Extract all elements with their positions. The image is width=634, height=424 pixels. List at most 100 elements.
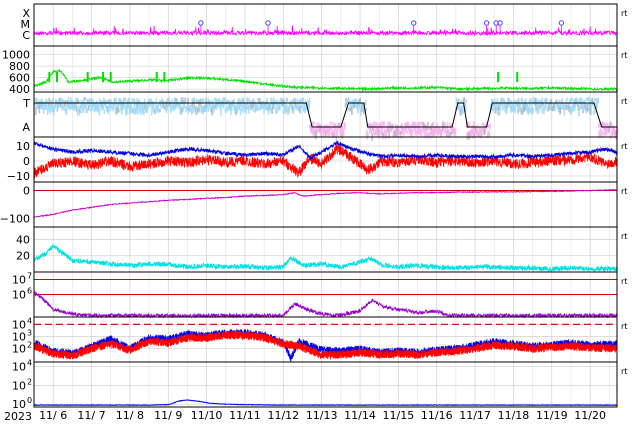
direction-cloud-dot (82, 105, 85, 113)
direction-cloud-dot (501, 98, 503, 104)
panel-frame-speed (33, 45, 618, 93)
direction-cloud-dot (36, 99, 39, 105)
direction-cloud-dot (427, 122, 430, 126)
dst-y-tick: −100 (0, 213, 30, 226)
direction-cloud-dot (339, 122, 341, 126)
direction-cloud-dot (195, 108, 197, 115)
space-weather-figure: 11/ 6 11/ 7 11/ 8 11/ 9 11/10 11/11 11/12 11/13… (0, 3, 627, 423)
direction-cloud-dot (256, 106, 259, 112)
high-energy-protons-y-exp: 0 (27, 396, 32, 405)
direction-cloud-dot (170, 108, 173, 112)
direction-cloud-dot (480, 131, 483, 136)
direction-cloud-dot (213, 97, 216, 101)
direction-cloud-dot (514, 105, 517, 112)
x-tick-label: 11/20 (574, 409, 606, 422)
x-tick-label: 11/11 (229, 409, 261, 422)
direction-cloud-dot (52, 97, 55, 104)
panel-right-marker: rt (621, 51, 627, 60)
direction-cloud-dot (308, 98, 311, 103)
direction-cloud-dot (237, 97, 240, 103)
direction-cloud-dot (265, 107, 268, 111)
flare-event-marker (558, 20, 565, 26)
direction-cloud-dot (181, 107, 183, 113)
panel-frame-dst (33, 181, 618, 228)
imf-bt-line (33, 139, 618, 161)
x-tick-label: 11/13 (306, 409, 338, 422)
direction-cloud-dot (274, 108, 277, 114)
direction-cloud-dot (525, 98, 527, 103)
x-tick-label: 11/16 (421, 409, 453, 422)
tick-labels: 11/ 6 11/ 7 11/ 8 11/ 9 11/10 11/11 11/12 11/13… (0, 7, 627, 422)
x-tick-label: 11/12 (267, 409, 299, 422)
kp-series-line (33, 244, 618, 273)
direction-cloud-dot (110, 99, 113, 103)
direction-cloud-dot (554, 107, 556, 112)
panel-right-marker: rt (621, 142, 627, 151)
direction-cloud-dot (108, 98, 111, 103)
direction-cloud-dot (282, 108, 285, 114)
direction-cloud-dot (532, 100, 534, 105)
direction-cloud-dot (126, 106, 129, 115)
direction-cloud-dot (67, 97, 70, 101)
direction-cloud-dot (130, 101, 133, 109)
x-tick-label: 11/18 (498, 409, 530, 422)
direction-cloud-dot (157, 108, 160, 113)
series-layer (33, 20, 619, 407)
direction-cloud-dot (69, 104, 72, 110)
direction-cloud-dot (304, 108, 306, 114)
direction-cloud-dot (63, 107, 66, 111)
direction-cloud-dot (298, 100, 300, 105)
direction-cloud-dot (76, 108, 79, 116)
direction-cloud-dot (536, 106, 539, 115)
direction-cloud-dot (530, 97, 532, 103)
direction-cloud-dot (383, 121, 385, 127)
direction-cloud-dot (364, 99, 367, 105)
direction-cloud-dot (375, 121, 378, 127)
direction-cloud-dot (293, 105, 295, 112)
direction-cloud-dot (114, 98, 116, 106)
direction-cloud-dot (519, 103, 522, 107)
panel-right-marker: rt (621, 97, 627, 106)
direction-cloud-dot (64, 100, 66, 107)
direction-cloud-dot (179, 108, 182, 115)
direction-cloud-dot (535, 98, 538, 105)
direction-cloud-dot (561, 97, 564, 102)
direction-cloud-dot (107, 107, 110, 115)
dst-series-line (33, 188, 617, 218)
direction-cloud-dot (202, 98, 205, 104)
panel-right-marker: rt (621, 322, 627, 331)
direction-cloud-dot (74, 98, 77, 106)
direction-cloud-dot (118, 108, 121, 113)
high-energy-protons-y-exp: 4 (27, 359, 32, 368)
direction-cloud-dot (422, 121, 425, 130)
direction-cloud-dot (590, 108, 593, 116)
direction-cloud-dot (211, 108, 213, 116)
direction-cloud-dot (87, 105, 90, 111)
panel-right-marker: rt (621, 9, 627, 18)
direction-cloud-dot (225, 106, 228, 113)
direction-cloud-dot (295, 106, 298, 110)
x-tick-label: 11/15 (383, 409, 415, 422)
direction-cloud-dot (190, 107, 193, 115)
panel-right-marker: rt (621, 232, 627, 241)
speed-y-tick: 400 (9, 83, 30, 96)
direction-cloud-dot (465, 98, 467, 104)
direction-cloud-dot (253, 108, 255, 112)
panel-right-marker: rt (621, 367, 627, 376)
direction-cloud-dot (487, 124, 490, 129)
flare-event-marker (411, 20, 417, 26)
direction-cloud-dot (173, 97, 176, 103)
direction-cloud-dot (187, 97, 189, 106)
direction-cloud-dot (329, 121, 332, 125)
direction-cloud-dot (150, 108, 153, 116)
flare-event-marker (198, 20, 204, 26)
direction-cloud-dot (98, 108, 101, 116)
x-tick-label: 11/19 (536, 409, 568, 422)
panel-frame-high-energy-protons (33, 361, 618, 408)
direction-cloud-dot (220, 108, 223, 116)
direction-cloud-dot (159, 108, 161, 113)
direction-cloud-dot (359, 97, 362, 103)
panel-frame-flare (33, 3, 618, 47)
direction-cloud-dot (207, 104, 210, 112)
year-label: 2023 (4, 410, 32, 423)
